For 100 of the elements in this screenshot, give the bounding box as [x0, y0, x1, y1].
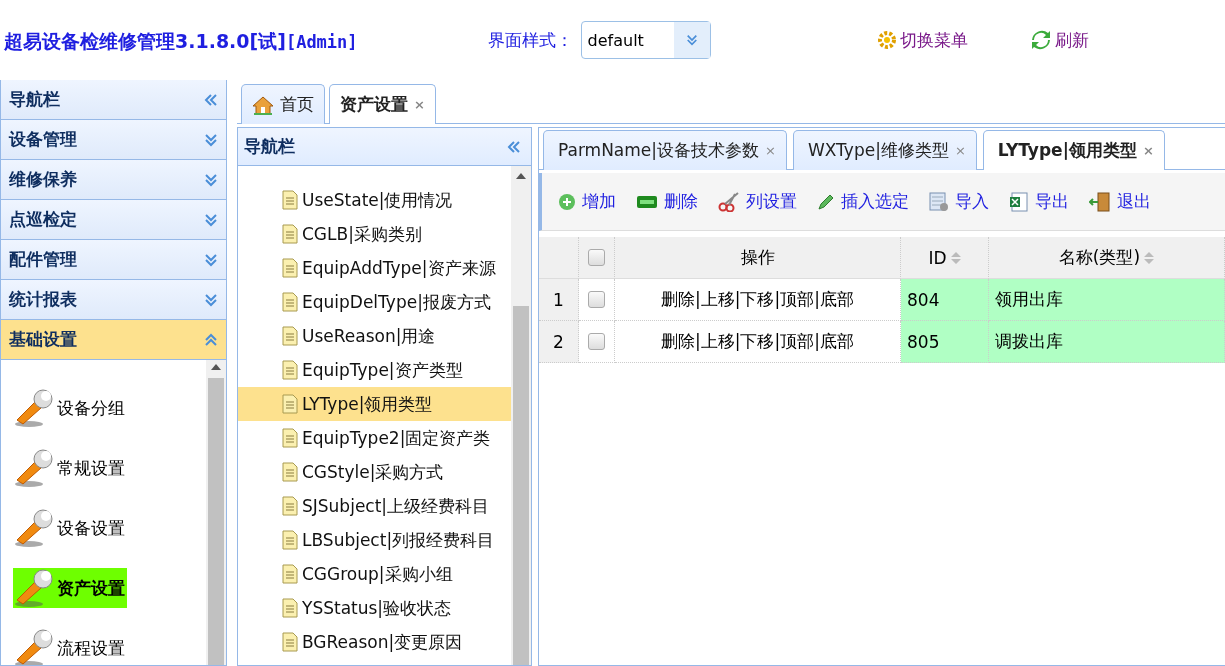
tree-node[interactable]: SJSubject|上级经费科目 — [238, 489, 511, 523]
toolbar-button[interactable]: 增加 — [558, 190, 616, 213]
page-tab[interactable]: 资产设置 × — [329, 84, 436, 124]
row-checkbox[interactable] — [588, 291, 605, 308]
scroll-up-icon[interactable] — [516, 173, 526, 179]
document-icon — [282, 496, 298, 516]
document-icon — [282, 258, 298, 278]
sub-tab[interactable]: WXType|维修类型 × — [792, 130, 977, 170]
style-label: 界面样式： — [487, 28, 573, 52]
sidebar-title: 导航栏 — [9, 88, 60, 111]
column-header[interactable]: ID — [901, 237, 989, 279]
switch-menu-link[interactable]: 切换菜单 — [876, 28, 968, 52]
document-icon — [282, 326, 298, 346]
accordion-title: 维修保养 — [9, 168, 77, 191]
accordion-title: 点巡检定 — [9, 208, 77, 231]
plus-icon — [558, 192, 576, 211]
expand-icon[interactable] — [204, 292, 218, 307]
document-icon — [282, 360, 298, 380]
document-icon — [282, 190, 298, 210]
sort-icon[interactable] — [1144, 250, 1155, 265]
accordion-header[interactable]: 配件管理 — [1, 240, 226, 280]
document-icon — [282, 462, 298, 482]
collapse-icon[interactable] — [204, 92, 218, 107]
tree-node[interactable]: EquipType2|固定资产类 — [238, 421, 511, 455]
document-icon — [282, 632, 298, 652]
excel-icon — [1009, 191, 1029, 212]
refresh-link[interactable]: 刷新 — [1029, 28, 1089, 52]
row-actions[interactable]: 删除|上移|下移|顶部|底部 — [615, 321, 901, 363]
sub-tab[interactable]: LYType|领用类型 × — [982, 130, 1165, 170]
document-icon — [282, 224, 298, 244]
toolbar-button[interactable]: 导入 — [929, 190, 989, 213]
collapse-icon[interactable] — [507, 139, 521, 154]
expand-icon[interactable] — [685, 34, 698, 46]
close-icon[interactable]: × — [414, 97, 425, 112]
door-exit-icon — [1089, 191, 1111, 212]
scroll-up-icon[interactable] — [211, 364, 221, 370]
tree-node[interactable]: BGReason|变更原因 — [238, 625, 511, 659]
accordion-header[interactable]: 维修保养 — [1, 160, 226, 200]
accordion-title: 基础设置 — [9, 328, 77, 351]
toolbar-button[interactable]: 插入选定 — [817, 190, 909, 213]
gear-icon — [876, 30, 897, 50]
select-all-checkbox[interactable] — [588, 249, 605, 266]
sort-icon[interactable] — [950, 250, 961, 265]
sidebar-item[interactable]: 设备设置 — [13, 508, 127, 548]
tree-node[interactable]: EquipType|资产类型 — [238, 353, 511, 387]
sidebar-item[interactable]: 流程设置 — [13, 628, 127, 665]
pencil-icon — [817, 192, 835, 211]
tree-node[interactable]: LBSubject|列报经费科目 — [238, 523, 511, 557]
document-icon — [282, 292, 298, 312]
document-icon — [282, 598, 298, 618]
expand-icon[interactable] — [204, 132, 218, 147]
toolbar-button[interactable]: 删除 — [636, 190, 698, 213]
accordion-header[interactable]: 统计报表 — [1, 280, 226, 320]
expand-icon[interactable] — [204, 212, 218, 227]
sidebar-item[interactable]: 资产设置 — [13, 568, 127, 608]
column-header[interactable]: 名称(类型) — [989, 237, 1225, 279]
row-number: 2 — [539, 321, 579, 363]
tree-node[interactable]: LYType|领用类型 — [238, 387, 511, 421]
tree-node[interactable]: YSStatus|验收状态 — [238, 591, 511, 625]
table-cell: 805 — [901, 321, 989, 363]
tree-node[interactable]: EquipDelType|报废方式 — [238, 285, 511, 319]
document-icon — [282, 564, 298, 584]
toolbar-button[interactable]: 导出 — [1009, 190, 1069, 213]
toolbar-button[interactable]: 退出 — [1089, 190, 1151, 213]
table-cell: 804 — [901, 279, 989, 321]
row-actions[interactable]: 删除|上移|下移|顶部|底部 — [615, 279, 901, 321]
accordion-title: 配件管理 — [9, 248, 77, 271]
accordion-title: 统计报表 — [9, 288, 77, 311]
minus-icon — [636, 194, 658, 209]
sidebar-item[interactable]: 设备分组 — [13, 388, 127, 428]
close-icon[interactable]: × — [1142, 143, 1154, 158]
expand-icon[interactable] — [204, 172, 218, 187]
app-title: 超易设备检维修管理3.1.8.0[试][Admin] — [4, 29, 358, 54]
sub-tab[interactable]: ParmName|设备技术参数 × — [543, 130, 787, 170]
document-icon — [282, 428, 298, 448]
page-tab[interactable]: 首页 — [241, 84, 325, 124]
table-cell: 领用出库 — [989, 279, 1225, 321]
column-header[interactable]: 操作 — [615, 237, 901, 279]
tree-node[interactable]: CGStyle|采购方式 — [238, 455, 511, 489]
tree-node[interactable]: CGGroup|采购小组 — [238, 557, 511, 591]
accordion-header[interactable]: 基础设置 — [1, 320, 226, 360]
scrollbar[interactable] — [206, 360, 226, 665]
collapse-icon[interactable] — [204, 332, 218, 347]
tree-node[interactable]: EquipAddType|资产来源 — [238, 251, 511, 285]
refresh-icon — [1029, 29, 1052, 51]
sidebar-item[interactable]: 常规设置 — [13, 448, 127, 488]
scrollbar[interactable] — [511, 166, 531, 665]
spreadsheet-gear-icon — [929, 191, 949, 212]
accordion-header[interactable]: 设备管理 — [1, 120, 226, 160]
accordion-header[interactable]: 点巡检定 — [1, 200, 226, 240]
accordion-title: 设备管理 — [9, 128, 77, 151]
tree-node[interactable]: CGLB|采购类别 — [238, 217, 511, 251]
style-select[interactable]: default — [580, 21, 711, 59]
document-icon — [282, 394, 298, 414]
tree-node[interactable]: UseState|使用情况 — [238, 183, 511, 217]
tree-node[interactable]: UseReason|用途 — [238, 319, 511, 353]
document-icon — [282, 530, 298, 550]
toolbar-button[interactable]: 列设置 — [718, 190, 797, 213]
row-checkbox[interactable] — [588, 333, 605, 350]
expand-icon[interactable] — [204, 252, 218, 267]
